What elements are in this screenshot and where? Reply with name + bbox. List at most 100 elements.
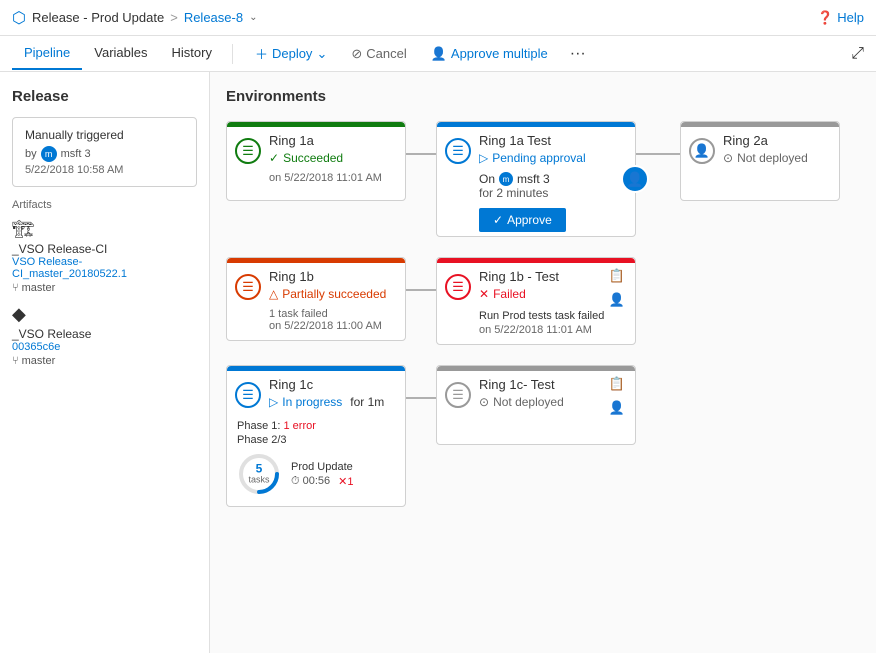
ring1c-env-icon: ☰ [235, 382, 261, 408]
ring1atest-status: ▷ Pending approval [479, 151, 586, 165]
ring1a-name: Ring 1a [269, 133, 343, 148]
artifacts-section: Artifacts 🏗 _VSO Release-CI VSO Release-… [12, 199, 197, 367]
ring1a-status: ✓ Succeeded [269, 151, 343, 165]
connector-1c-to-1ctest [406, 397, 436, 399]
sidebar-title: Release [12, 88, 197, 105]
ring1btest-env-icon: ☰ [445, 274, 471, 300]
tab-variables[interactable]: Variables [82, 37, 159, 70]
ring1btest-log-icon[interactable]: 📋 [607, 266, 627, 286]
ring1b-status-icon: △ [269, 287, 278, 301]
connector-1atest-to-2a [636, 153, 680, 155]
artifact-detail-2[interactable]: 00365c6e [12, 341, 197, 353]
ring1ctest-user-icon[interactable]: 👤 [607, 398, 627, 418]
tab-pipeline[interactable]: Pipeline [12, 37, 82, 70]
ring1atest-name: Ring 1a Test [479, 133, 586, 148]
ring1c-status: ▷ In progress for 1m [269, 395, 384, 409]
breadcrumb: ⬡ Release - Prod Update > Release-8 ⌄ [12, 8, 257, 28]
ring1ctest-env-icon: ☰ [445, 382, 471, 408]
trigger-date: 5/22/2018 10:58 AM [25, 164, 184, 176]
ring1c-phase1-error: 1 error [283, 420, 315, 432]
deploy-chevron-icon: ⌄ [316, 46, 327, 62]
trigger-by-prefix: by [25, 148, 37, 160]
ring1a-date: on 5/22/2018 11:01 AM [269, 172, 397, 184]
ring2a-name: Ring 2a [723, 133, 808, 148]
ring1ctest-action-icons: 📋 👤 [607, 374, 627, 418]
env-row-2: ☰ Ring 1b △ Partially succeeded 1 task f… [226, 257, 860, 345]
ring1ctest-log-icon[interactable]: 📋 [607, 374, 627, 394]
approve-multiple-button[interactable]: 👤 Approve multiple [421, 42, 558, 66]
help-button[interactable]: ❓ Help [817, 10, 864, 26]
stage-card-ring1a-test: ☰ Ring 1a Test ▷ Pending approval On m m… [436, 121, 636, 237]
branch-icon-2: ⑂ [12, 355, 19, 367]
ring1c-progress-row: 5 tasks Prod Update ⏱ 00:56 ✕1 [237, 452, 395, 496]
ring1atest-user-avatar: m [499, 172, 513, 186]
stage-card-ring1a: ☰ Ring 1a ✓ Succeeded on 5/22/2018 11:01… [226, 121, 406, 201]
nav-divider [232, 44, 233, 64]
help-label: Help [837, 10, 864, 25]
ring1c-task-info: Prod Update ⏱ 00:56 ✕1 [291, 461, 354, 488]
trigger-user: msft 3 [61, 148, 91, 160]
branch-icon-1: ⑂ [12, 282, 19, 294]
approve-button[interactable]: ✓ Approve [479, 208, 566, 232]
ring1c-name: Ring 1c [269, 377, 384, 392]
ring1c-phase1: Phase 1: 1 error [237, 420, 395, 432]
artifact-name-1: _VSO Release-CI [12, 242, 197, 256]
ring1c-progress-text: 5 tasks [248, 462, 269, 485]
artifact-release-icon: ◆ [12, 304, 197, 325]
cancel-button[interactable]: ⊘ Cancel [341, 42, 416, 66]
artifacts-label: Artifacts [12, 199, 197, 211]
expand-button[interactable]: ⤢ [851, 45, 864, 63]
ring1btest-status-icon: ✕ [479, 287, 489, 301]
ring1b-date: on 5/22/2018 11:00 AM [269, 320, 397, 332]
ring1ctest-status-icon: ⊙ [479, 395, 489, 409]
env-row-1: ☰ Ring 1a ✓ Succeeded on 5/22/2018 11:01… [226, 121, 860, 237]
ring1c-task-name: Prod Update [291, 461, 354, 473]
stage-card-ring1b-test: ☰ Ring 1b - Test ✕ Failed Run Prod tests… [436, 257, 636, 345]
ring1btest-name: Ring 1b - Test [479, 269, 559, 284]
ring1c-task-meta: ⏱ 00:56 ✕1 [291, 475, 354, 488]
deploy-button[interactable]: ＋ Deploy ⌄ [245, 40, 337, 67]
artifact-item-2: ◆ _VSO Release 00365c6e ⑂ master [12, 304, 197, 367]
stage-card-ring1c-test: ☰ Ring 1c- Test ⊙ Not deployed 📋 👤 [436, 365, 636, 445]
deploy-icon: ＋ [255, 44, 268, 63]
stage-card-ring1c: ☰ Ring 1c ▷ In progress for 1m Phase 1: … [226, 365, 406, 507]
stage-card-ring1b: ☰ Ring 1b △ Partially succeeded 1 task f… [226, 257, 406, 341]
ring1ctest-name: Ring 1c- Test [479, 377, 564, 392]
ring1c-status-icon: ▷ [269, 395, 278, 409]
ring1c-task-time: ⏱ 00:56 [291, 475, 330, 488]
ring1c-for-text: for 1m [350, 395, 384, 409]
env-row-3: ☰ Ring 1c ▷ In progress for 1m Phase 1: … [226, 365, 860, 507]
tab-history[interactable]: History [160, 37, 224, 70]
ring1atest-env-icon: ☰ [445, 138, 471, 164]
ring1b-extra: 1 task failed [269, 308, 397, 320]
approve-check-icon: ✓ [493, 213, 503, 227]
connector-1b-to-1btest [406, 289, 436, 291]
approver-person-icon[interactable]: 👤 [621, 165, 649, 193]
artifact-detail-1[interactable]: VSO Release-CI_master_20180522.1 [12, 256, 197, 280]
sidebar: Release Manually triggered by m msft 3 5… [0, 72, 210, 653]
artifact-branch-2: ⑂ master [12, 355, 197, 367]
nav-actions: ＋ Deploy ⌄ ⊘ Cancel 👤 Approve multiple ·… [245, 40, 594, 67]
pipeline-area: Environments ☰ Ring 1a ✓ Succeeded [210, 72, 876, 653]
ring1c-progress-circle: 5 tasks [237, 452, 281, 496]
app-logo: ⬡ [12, 8, 26, 28]
nav-bar: Pipeline Variables History ＋ Deploy ⌄ ⊘ … [0, 36, 876, 72]
user-avatar: m [41, 146, 57, 162]
breadcrumb-release-prefix: Release - Prod Update [32, 10, 164, 25]
approve-icon: 👤 [431, 46, 447, 62]
release-chevron-icon[interactable]: ⌄ [249, 12, 257, 23]
ring1atest-status-icon: ▷ [479, 151, 488, 165]
ring1ctest-status: ⊙ Not deployed [479, 395, 564, 409]
trigger-by: by m msft 3 [25, 146, 184, 162]
ring1atest-duration: for 2 minutes [479, 186, 627, 200]
more-options-button[interactable]: ··· [562, 41, 594, 67]
ring2a-status: ⊙ Not deployed [723, 151, 808, 165]
help-icon: ❓ [817, 10, 833, 26]
trigger-label: Manually triggered [25, 128, 184, 142]
ring1b-name: Ring 1b [269, 269, 386, 284]
ring1btest-user-icon[interactable]: 👤 [607, 290, 627, 310]
top-bar: ⬡ Release - Prod Update > Release-8 ⌄ ❓ … [0, 0, 876, 36]
ring1c-task-errors: ✕1 [338, 475, 353, 488]
breadcrumb-release-name[interactable]: Release-8 [184, 10, 243, 25]
ring1btest-failed-info: Run Prod tests task failed [479, 308, 627, 324]
